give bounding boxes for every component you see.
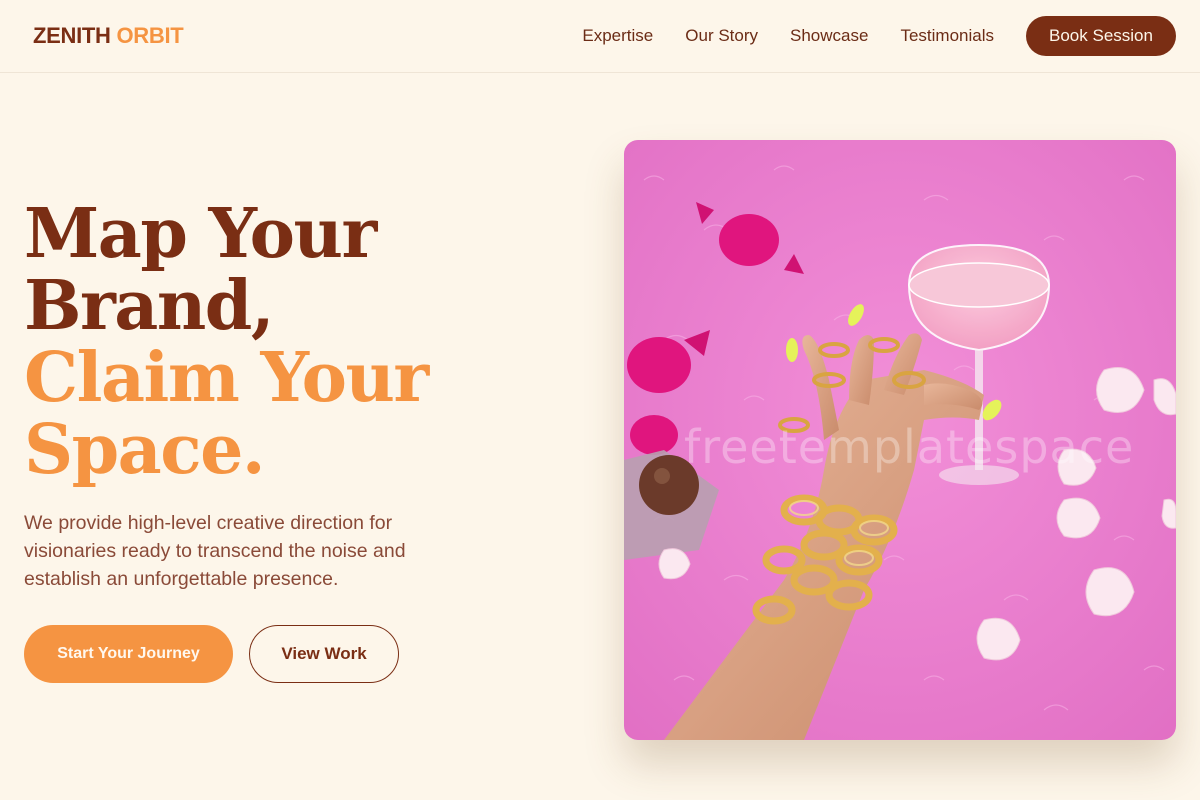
nav-link-testimonials[interactable]: Testimonials bbox=[900, 26, 994, 46]
site-header: ZENITH ORBIT Expertise Our Story Showcas… bbox=[0, 0, 1200, 73]
book-session-button[interactable]: Book Session bbox=[1026, 16, 1176, 56]
nav-link-showcase[interactable]: Showcase bbox=[790, 26, 868, 46]
nav-link-our-story[interactable]: Our Story bbox=[685, 26, 758, 46]
headline-line-4: Space. bbox=[24, 410, 266, 490]
brand-name-part1: ZENITH bbox=[33, 23, 111, 48]
headline-line-2: Brand, bbox=[24, 266, 275, 346]
main-nav: Expertise Our Story Showcase Testimonial… bbox=[582, 16, 1176, 56]
brand-name-part2: ORBIT bbox=[116, 23, 184, 48]
headline-line-3: Claim Your bbox=[24, 338, 429, 418]
view-work-button[interactable]: View Work bbox=[249, 625, 399, 683]
hero-description: We provide high-level creative direction… bbox=[24, 512, 406, 590]
brand-logo[interactable]: ZENITH ORBIT bbox=[33, 23, 184, 49]
page: ZENITH ORBIT Expertise Our Story Showcas… bbox=[0, 0, 1200, 800]
headline-line-1: Map Your bbox=[24, 194, 377, 274]
start-journey-button[interactable]: Start Your Journey bbox=[24, 625, 233, 683]
nav-link-expertise[interactable]: Expertise bbox=[582, 26, 653, 46]
image-watermark: freetemplatespace bbox=[684, 420, 1135, 474]
hero-headline: Map Your Brand, Claim Your Space. bbox=[24, 198, 584, 486]
hero-image: freetemplatespace bbox=[624, 140, 1176, 740]
